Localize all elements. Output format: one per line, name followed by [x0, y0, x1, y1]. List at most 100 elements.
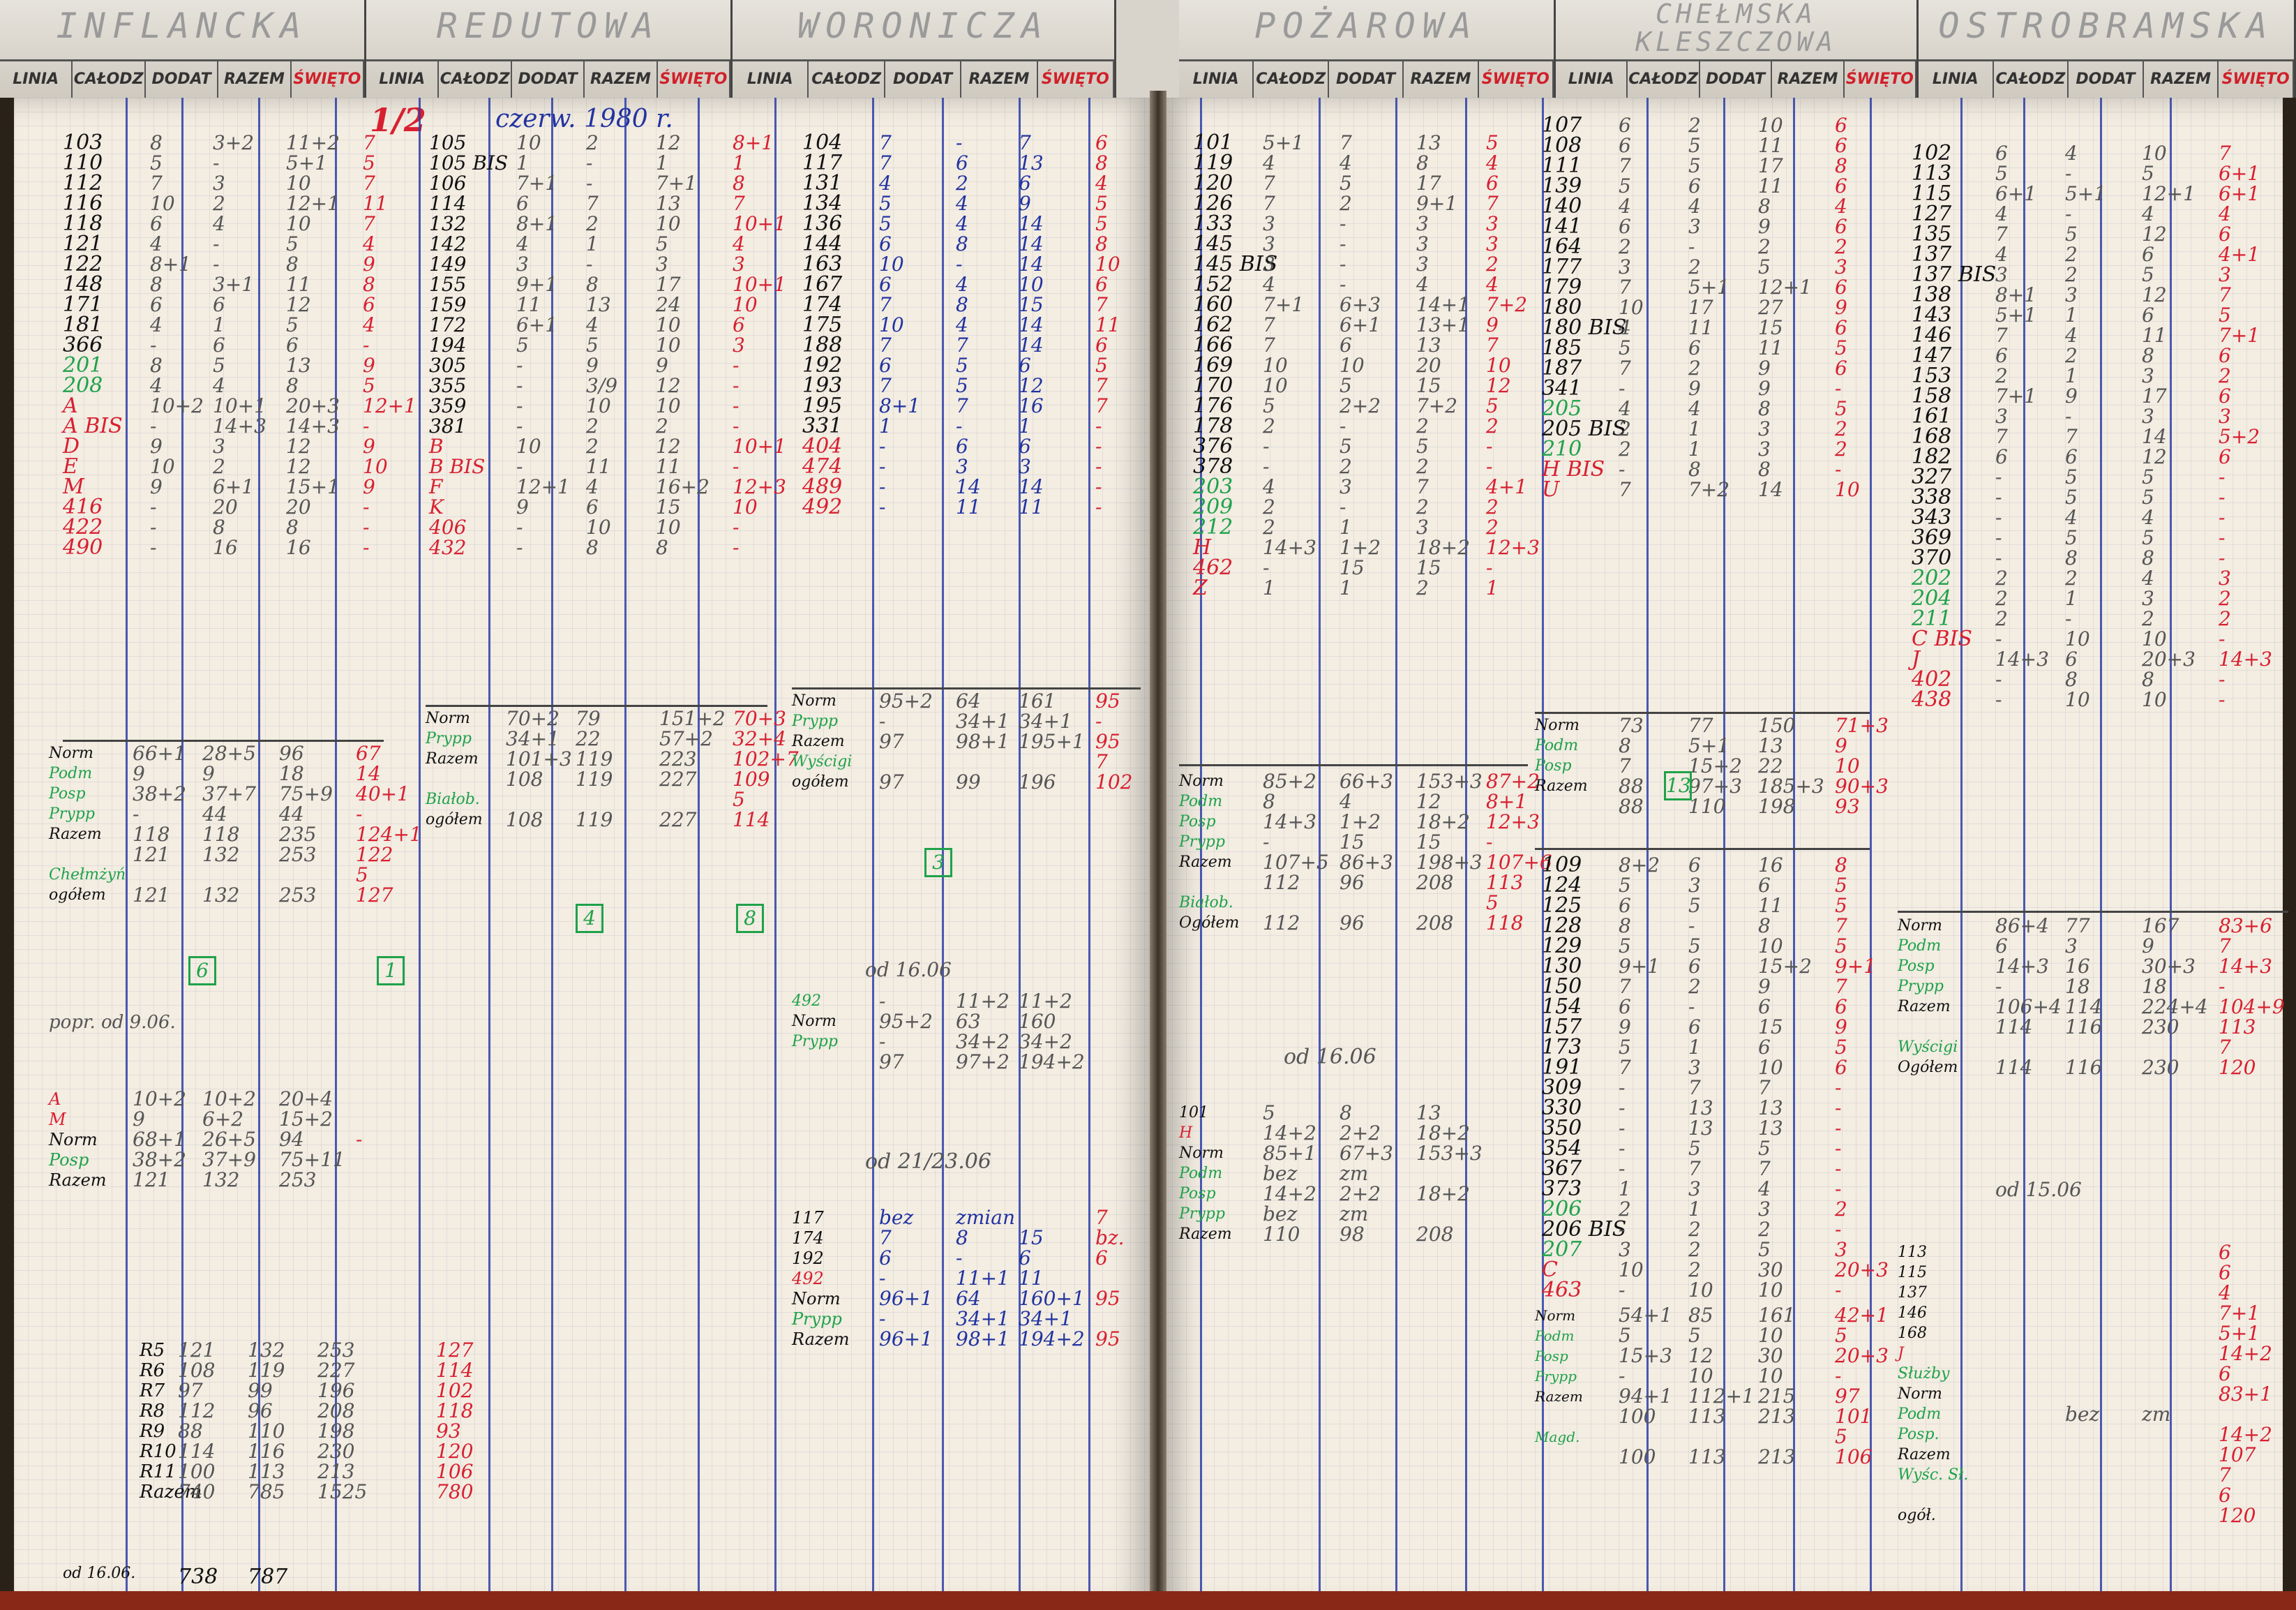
value-cell: 4: [956, 313, 968, 336]
value-cell: 17: [656, 273, 681, 296]
holiday-value: 114: [436, 1359, 474, 1382]
value-cell: 2: [2065, 344, 2078, 367]
value-cell: 3: [2065, 934, 2078, 957]
value-cell: -: [956, 415, 963, 438]
holiday-value: 6+1: [2219, 162, 2260, 185]
line-label: J: [1898, 1345, 1904, 1362]
value-cell: 3: [2142, 364, 2154, 387]
line-label: Z: [1193, 576, 1208, 600]
value-cell: 20+3: [2142, 648, 2196, 671]
value-cell: 12+1: [516, 475, 570, 498]
holiday-value: -: [2219, 526, 2226, 549]
line-label: Ogółem: [1179, 914, 1240, 932]
value-cell: -: [956, 131, 963, 154]
value-cell: 3: [1263, 212, 1275, 235]
boxed-marker: 13: [1664, 771, 1692, 800]
holiday-value: 6: [1835, 316, 1847, 339]
value-cell: 38+2: [133, 782, 186, 805]
holiday-value: 10+1: [733, 212, 786, 235]
value-cell: 8: [2065, 668, 2078, 691]
value-cell: 9: [150, 435, 163, 458]
holiday-value: 7: [733, 192, 745, 215]
value-cell: -: [1340, 212, 1346, 235]
line-label: 142: [429, 232, 467, 255]
line-label: 194: [429, 334, 467, 357]
holiday-value: 127: [436, 1339, 474, 1362]
value-cell: 1: [2065, 304, 2078, 327]
line-label: R11: [140, 1461, 177, 1482]
value-cell: 37+9: [202, 1148, 256, 1171]
value-cell: -: [150, 536, 157, 559]
value-cell: 10: [1758, 934, 1783, 957]
value-cell: 96+1: [879, 1327, 933, 1350]
value-cell: 4: [956, 273, 968, 296]
value-cell: -: [516, 536, 523, 559]
value-cell: 5: [1619, 934, 1631, 957]
value-cell: 66+3: [1340, 770, 1393, 793]
line-label: 149: [429, 253, 467, 276]
value-cell: 18+2: [1416, 536, 1470, 559]
holiday-value: 95: [1095, 730, 1120, 753]
value-cell: 3: [1416, 212, 1429, 235]
value-cell: 2: [1263, 495, 1275, 519]
value-cell: 7: [2065, 425, 2078, 448]
value-cell: 2: [213, 455, 225, 478]
value-cell: 7: [879, 131, 892, 154]
value-cell: 85+2: [1263, 770, 1316, 793]
value-cell: 2: [1688, 1258, 1701, 1281]
value-cell: 5: [2142, 486, 2154, 509]
holiday-value: 9: [1486, 313, 1499, 336]
value-cell: 44: [279, 803, 304, 826]
value-cell: 5: [1619, 174, 1631, 197]
value-cell: -: [133, 803, 140, 826]
value-cell: 4: [586, 475, 599, 498]
value-cell: 3: [656, 253, 668, 276]
value-cell: 97: [879, 1050, 904, 1073]
value-cell: 4: [1263, 273, 1275, 296]
value-cell: 4: [1688, 397, 1701, 420]
line-label: R10: [140, 1441, 177, 1462]
value-cell: 9: [150, 475, 163, 498]
holiday-value: 5: [1486, 394, 1499, 417]
value-cell: 5+1: [286, 151, 328, 174]
value-cell: 11: [1019, 495, 1044, 519]
value-cell: 8: [150, 273, 163, 296]
value-cell: 10: [1340, 354, 1365, 377]
holiday-value: -: [1835, 1177, 1842, 1200]
holiday-value: -: [2219, 975, 2226, 998]
value-cell: 7+2: [1416, 394, 1458, 417]
value-cell: 8: [1263, 790, 1275, 813]
value-cell: 5: [1416, 435, 1429, 458]
holiday-value: 71+3: [1835, 714, 1889, 737]
value-cell: 10: [1263, 354, 1288, 377]
value-cell: 9: [516, 495, 529, 519]
value-cell: 6: [879, 354, 892, 377]
value-cell: 6: [213, 293, 225, 316]
holiday-value: 10: [1095, 253, 1120, 276]
value-cell: 113: [1688, 1405, 1726, 1428]
holiday-value: 10+1: [733, 273, 786, 296]
line-label: Razem: [792, 1329, 850, 1349]
holiday-value: 5: [1095, 212, 1108, 235]
value-cell: 2: [586, 131, 599, 154]
col-razem: RAZEM: [585, 61, 658, 98]
holiday-value: 8+1: [1486, 790, 1528, 813]
value-cell: -: [1263, 435, 1270, 458]
value-cell: 12: [2142, 283, 2167, 306]
value-cell: 215: [1758, 1385, 1796, 1408]
value-cell: 785: [248, 1480, 285, 1503]
value-cell: -: [1688, 235, 1695, 258]
holiday-value: -: [1095, 455, 1102, 478]
value-cell: -: [879, 475, 886, 498]
value-cell: 1: [1340, 576, 1352, 599]
value-cell: 97: [178, 1379, 203, 1402]
holiday-value: -: [1835, 1364, 1842, 1387]
value-cell: 9+1: [1619, 955, 1660, 978]
value-cell: 10: [879, 253, 904, 276]
value-cell: 5: [1688, 934, 1701, 957]
value-cell: 79: [576, 707, 601, 730]
value-cell: 10: [586, 516, 611, 539]
value-cell: 10: [286, 212, 311, 235]
line-label: Posp: [49, 785, 86, 803]
value-cell: 7+1: [1263, 293, 1305, 316]
